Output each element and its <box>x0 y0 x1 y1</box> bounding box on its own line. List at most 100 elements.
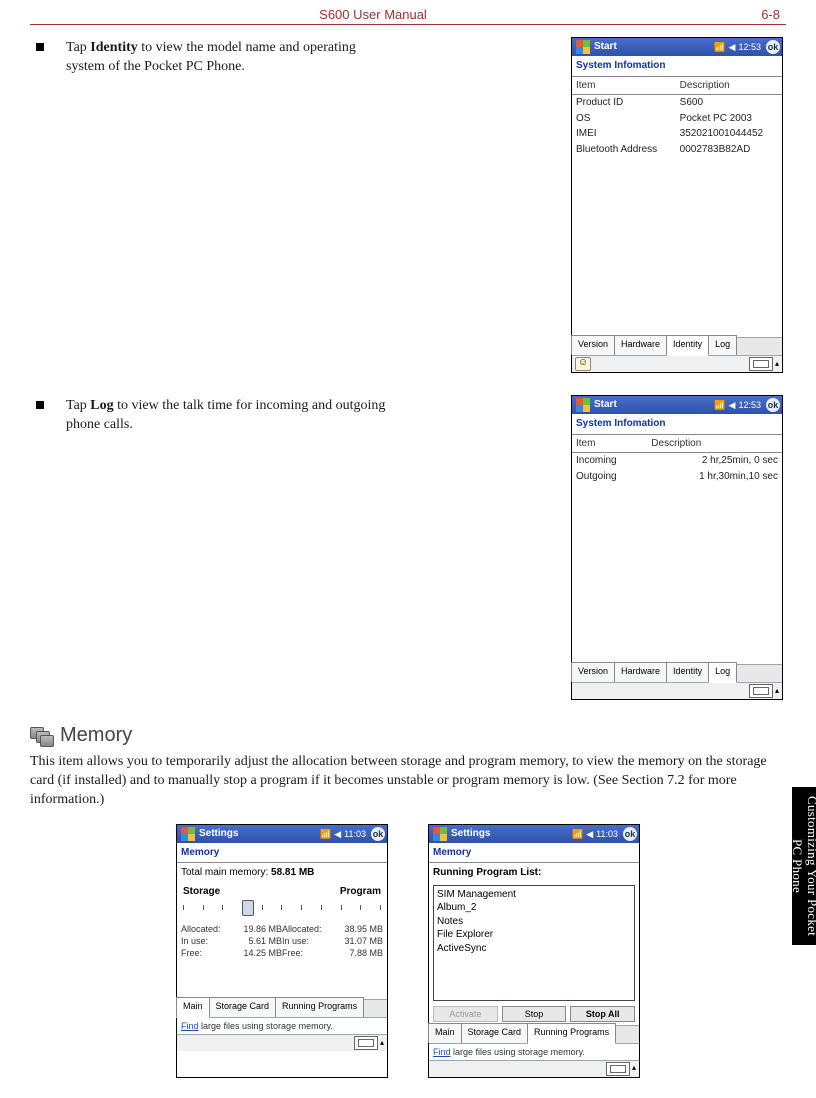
memory-heading: Memory <box>30 722 786 749</box>
info-table: ItemDescription Product IDS600 OSPocket … <box>572 77 782 158</box>
tab-hardware[interactable]: Hardware <box>614 662 667 682</box>
speaker-icon: ◀ <box>729 399 736 411</box>
app-title: Memory <box>429 843 639 864</box>
settings-label[interactable]: Settings <box>199 827 238 841</box>
screenshot-memory-main: Settings 📶 ◀ 11:03 ok Memory Total main … <box>176 824 388 1078</box>
page-number: 6-8 <box>716 6 786 24</box>
tab-log[interactable]: Log <box>708 662 737 683</box>
start-label[interactable]: Start <box>594 398 617 412</box>
slider-thumb[interactable] <box>242 900 254 916</box>
clock: 11:03 <box>596 828 618 840</box>
tab-storage-card[interactable]: Storage Card <box>209 997 277 1017</box>
chapter-side-tab: Customizing Your Pocket PC Phone <box>792 787 816 945</box>
ok-button[interactable]: ok <box>371 827 385 841</box>
chevron-up-icon[interactable]: ▴ <box>632 1063 636 1074</box>
tab-bar: Version Hardware Identity Log <box>572 664 782 682</box>
clock: 12:53 <box>738 41 761 53</box>
app-title: System Infomation <box>572 56 782 77</box>
list-item[interactable]: Album_2 <box>437 901 631 915</box>
signal-icon: 📶 <box>714 41 725 53</box>
chevron-up-icon[interactable]: ▴ <box>775 359 779 370</box>
tab-bar: Main Storage Card Running Programs <box>429 1025 639 1043</box>
memory-description: This item allows you to temporarily adju… <box>30 753 786 810</box>
signal-icon: 📶 <box>714 399 725 411</box>
bullet-log: Tap Log to view the talk time for incomi… <box>30 397 390 435</box>
page-header: S600 User Manual 6-8 <box>30 0 786 25</box>
find-link[interactable]: Find <box>181 1021 199 1031</box>
clock: 11:03 <box>344 828 366 840</box>
memory-slider[interactable]: StorageProgram <box>183 885 381 917</box>
tab-log[interactable]: Log <box>708 335 737 355</box>
table-row: OSPocket PC 2003 <box>572 111 782 127</box>
keyboard-icon[interactable] <box>749 684 773 698</box>
emoji-icon[interactable]: ☺ <box>575 357 591 371</box>
clock: 12:53 <box>738 399 761 411</box>
settings-label[interactable]: Settings <box>451 827 490 841</box>
tab-identity[interactable]: Identity <box>666 335 709 356</box>
ok-button[interactable]: ok <box>766 398 780 412</box>
tab-hardware[interactable]: Hardware <box>614 335 667 355</box>
keyboard-icon[interactable] <box>606 1062 630 1076</box>
signal-icon: 📶 <box>320 828 331 840</box>
screenshot-log: Start 📶 ◀ 12:53 ok System Infomation Ite… <box>571 395 783 700</box>
helper-hint: Find large files using storage memory. <box>177 1017 387 1034</box>
keyboard-icon[interactable] <box>749 357 773 371</box>
keyboard-icon[interactable] <box>354 1036 378 1050</box>
list-item[interactable]: Notes <box>437 915 631 929</box>
running-program-list[interactable]: SIM Management Album_2 Notes File Explor… <box>433 885 635 1001</box>
stop-button[interactable]: Stop <box>502 1006 567 1022</box>
chevron-up-icon[interactable]: ▴ <box>380 1038 384 1049</box>
sip-bar: ▴ <box>429 1060 639 1077</box>
table-row: IMEI352021001044452 <box>572 126 782 142</box>
doc-title: S600 User Manual <box>30 6 716 24</box>
tab-bar: Main Storage Card Running Programs <box>177 999 387 1017</box>
tab-version[interactable]: Version <box>571 662 615 682</box>
table-row: Product IDS600 <box>572 95 782 111</box>
sip-bar: ▴ <box>177 1034 387 1051</box>
tab-storage-card[interactable]: Storage Card <box>461 1023 529 1043</box>
table-row: Incoming2 hr,25min, 0 sec <box>572 453 782 469</box>
tab-version[interactable]: Version <box>571 335 615 355</box>
windows-flag-icon <box>576 398 590 412</box>
tab-main[interactable]: Main <box>176 997 210 1018</box>
find-link[interactable]: Find <box>433 1047 451 1057</box>
bullet-identity: Tap Identity to view the model name and … <box>30 39 390 77</box>
windows-flag-icon <box>576 40 590 54</box>
windows-flag-icon <box>181 827 195 841</box>
speaker-icon: ◀ <box>729 41 736 53</box>
tab-identity[interactable]: Identity <box>666 662 709 682</box>
title-bar: Settings 📶 ◀ 11:03 ok <box>177 825 387 843</box>
memory-icon <box>30 727 52 745</box>
list-item[interactable]: ActiveSync <box>437 942 631 956</box>
windows-flag-icon <box>433 827 447 841</box>
screenshot-identity: Start 📶 ◀ 12:53 ok System Infomation Ite… <box>571 37 783 373</box>
tab-running-programs[interactable]: Running Programs <box>275 997 364 1017</box>
speaker-icon: ◀ <box>334 828 341 840</box>
table-row: Outgoing1 hr,30min,10 sec <box>572 469 782 485</box>
stop-all-button[interactable]: Stop All <box>570 1006 635 1022</box>
sip-bar: ▴ <box>572 682 782 699</box>
info-table: ItemDescription Incoming2 hr,25min, 0 se… <box>572 435 782 485</box>
app-title: System Infomation <box>572 414 782 435</box>
tab-main[interactable]: Main <box>428 1023 462 1043</box>
list-item[interactable]: File Explorer <box>437 928 631 942</box>
signal-icon: 📶 <box>572 828 583 840</box>
start-label[interactable]: Start <box>594 40 617 54</box>
chevron-up-icon[interactable]: ▴ <box>775 686 779 697</box>
helper-hint: Find large files using storage memory. <box>429 1043 639 1060</box>
tab-bar: Version Hardware Identity Log <box>572 337 782 355</box>
title-bar: Start 📶 ◀ 12:53 ok <box>572 396 782 414</box>
ok-button[interactable]: ok <box>623 827 637 841</box>
title-bar: Start 📶 ◀ 12:53 ok <box>572 38 782 56</box>
ok-button[interactable]: ok <box>766 40 780 54</box>
tab-running-programs[interactable]: Running Programs <box>527 1023 616 1044</box>
list-item[interactable]: SIM Management <box>437 888 631 902</box>
screenshot-memory-running: Settings 📶 ◀ 11:03 ok Memory Running Pro… <box>428 824 640 1078</box>
title-bar: Settings 📶 ◀ 11:03 ok <box>429 825 639 843</box>
activate-button[interactable]: Activate <box>433 1006 498 1022</box>
sip-bar: ☺ ▴ <box>572 355 782 372</box>
speaker-icon: ◀ <box>586 828 593 840</box>
table-row: Bluetooth Address0002783B82AD <box>572 142 782 158</box>
app-title: Memory <box>177 843 387 864</box>
running-list-label: Running Program List: <box>429 863 639 883</box>
